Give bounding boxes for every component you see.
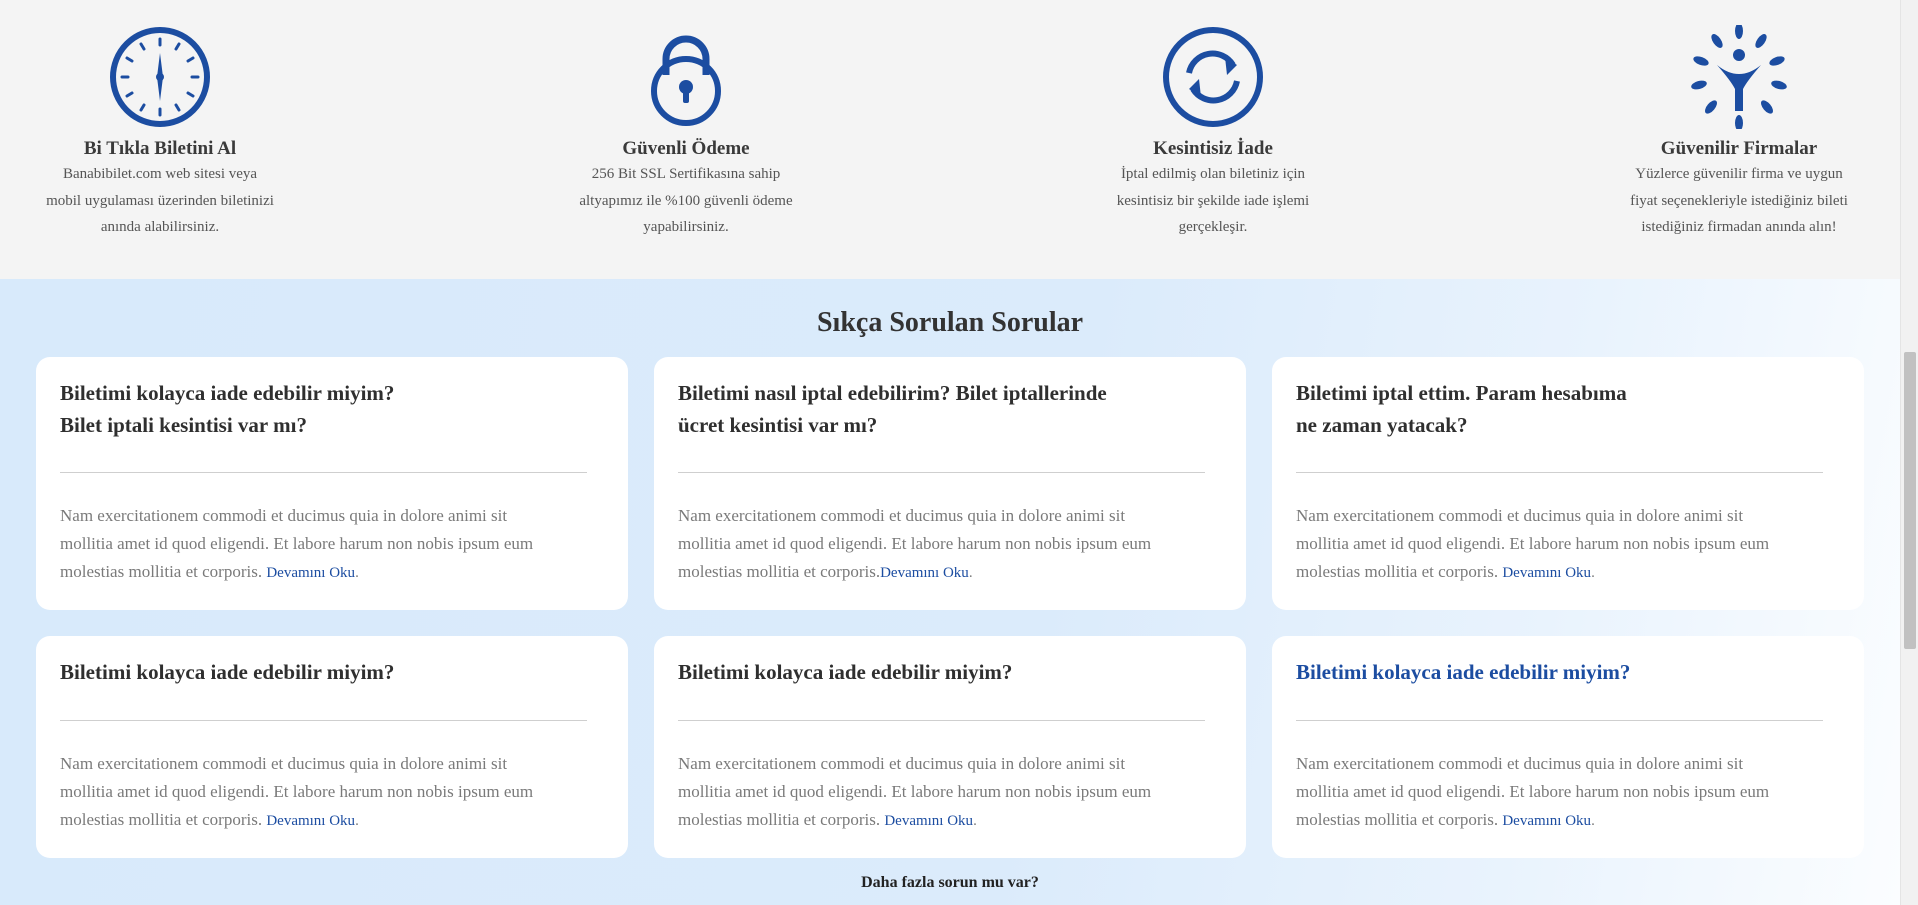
faq-question-line: Biletimi nasıl iptal edebilirim? Bilet i… [678,381,1107,405]
feature-title: Kesintisiz İade [1153,138,1273,159]
answer-line: mollitia amet id quod eligendi. Et labor… [1296,782,1770,801]
read-more-link[interactable]: Devamını Oku [880,565,969,581]
read-more-link[interactable]: Devamını Oku [266,813,355,829]
feature-description: 256 Bit SSL Sertifikasına sahip altyapım… [541,161,831,241]
divider [60,472,587,473]
feature-trusted-companies: Güvenilir Firmalar Yüzlerce güvenilir fi… [1594,0,1884,241]
answer-line: Nam exercitationem commodi et ducimus qu… [1296,754,1744,773]
faq-question-line: Bilet iptali kesintisi var mı? [60,413,307,437]
divider [60,720,587,721]
answer-line: Nam exercitationem commodi et ducimus qu… [678,754,1126,773]
faq-question[interactable]: Biletimi kolayca iade edebilir miyim? [1296,656,1816,688]
faq-question[interactable]: Biletimi nasıl iptal edebilirim? Bilet i… [678,377,1198,441]
lock-icon [651,35,721,126]
divider [1296,472,1823,473]
answer-line: mollitia amet id quod eligendi. Et labor… [678,782,1152,801]
feature-desc-line: kesintisiz bir şekilde iade işlemi [1116,192,1310,209]
read-more-link[interactable]: Devamını Oku [266,565,355,581]
answer-line: Nam exercitationem commodi et ducimus qu… [60,506,508,525]
faq-answer: Nam exercitationem commodi et ducimus qu… [678,750,1198,835]
faq-title: Sıkça Sorulan Sorular [816,307,1084,338]
answer-line: mollitia amet id quod eligendi. Et labor… [678,534,1152,553]
faq-answer: Nam exercitationem commodi et ducimus qu… [1296,750,1816,835]
answer-line: mollitia amet id quod eligendi. Et labor… [60,782,534,801]
faq-card[interactable]: Biletimi kolayca iade edebilir miyim? Na… [654,636,1246,858]
read-more-link[interactable]: Devamını Oku [1502,565,1591,581]
faq-question-line: Biletimi kolayca iade edebilir miyim? [60,381,395,405]
answer-line: molestias mollitia et corporis. [1296,810,1499,829]
divider [678,472,1205,473]
answer-line: mollitia amet id quod eligendi. Et labor… [1296,534,1770,553]
faq-answer: Nam exercitationem commodi et ducimus qu… [678,502,1198,587]
period: . [968,565,973,581]
answer-line: Nam exercitationem commodi et ducimus qu… [678,506,1126,525]
faq-question-line: Biletimi kolayca iade edebilir miyim? [1296,660,1631,684]
faq-card[interactable]: Biletimi iptal ettim. Param hesabıma ne … [1272,357,1864,610]
features-section: Bi Tıkla Biletini Al Banabibilet.com web… [0,0,1900,279]
feature-desc-line: altyapımız ile %100 güvenli ödeme [579,192,793,209]
feature-desc-line: gerçekleşir. [1178,219,1248,235]
period: . [355,813,359,829]
faq-answer: Nam exercitationem commodi et ducimus qu… [60,502,580,587]
faq-question[interactable]: Biletimi iptal ettim. Param hesabıma ne … [1296,377,1816,441]
answer-line: molestias mollitia et corporis. [60,562,263,581]
faq-question[interactable]: Biletimi kolayca iade edebilir miyim? [678,656,1198,688]
faq-question-line: Biletimi kolayca iade edebilir miyim? [678,660,1013,684]
answer-line: molestias mollitia et corporis. [678,562,881,581]
feature-description: Banabibilet.com web sitesi veya mobil uy… [15,161,305,241]
faq-question[interactable]: Biletimi kolayca iade edebilir miyim? [60,656,580,688]
divider [1296,720,1823,721]
clock-icon [110,27,210,127]
faq-question-line: ne zaman yatacak? [1296,413,1468,437]
period: . [355,565,359,581]
faq-section: Sıkça Sorulan Sorular Biletimi kolayca i… [0,279,1900,905]
feature-refund: Kesintisiz İade İptal edilmiş olan bilet… [1068,0,1358,241]
feature-desc-line: Yüzlerce güvenilir firma ve uygun [1635,166,1843,182]
answer-line: molestias mollitia et corporis. [60,810,263,829]
feature-title: Bi Tıkla Biletini Al [83,138,237,159]
answer-line: mollitia amet id quod eligendi. Et labor… [60,534,534,553]
period: . [973,813,977,829]
faq-card[interactable]: Biletimi nasıl iptal edebilirim? Bilet i… [654,357,1246,610]
faq-question[interactable]: Biletimi kolayca iade edebilir miyim? Bi… [60,377,580,441]
feature-desc-line: İptal edilmiş olan biletiniz için [1120,166,1306,182]
feature-desc-line: anında alabilirsiniz. [100,219,220,235]
more-questions-heading: Daha fazla sorun mu var? [861,874,1039,891]
feature-desc-line: yapabilirsiniz. [643,219,729,235]
faq-answer: Nam exercitationem commodi et ducimus qu… [1296,502,1816,587]
faq-card[interactable]: Biletimi kolayca iade edebilir miyim? Na… [36,636,628,858]
feature-desc-line: mobil uygulaması üzerinden biletinizi [46,192,274,209]
faq-card[interactable]: Biletimi kolayca iade edebilir miyim? Bi… [36,357,628,610]
period: . [1591,813,1595,829]
divider [678,720,1205,721]
read-more-link[interactable]: Devamını Oku [1502,813,1591,829]
answer-line: molestias mollitia et corporis. [678,810,881,829]
feature-title: Güvenli Ödeme [622,138,750,159]
feature-desc-line: Banabibilet.com web sitesi veya [62,166,258,182]
feature-buy-ticket: Bi Tıkla Biletini Al Banabibilet.com web… [15,0,305,241]
read-more-link[interactable]: Devamını Oku [884,813,973,829]
answer-line: Nam exercitationem commodi et ducimus qu… [1296,506,1744,525]
period: . [1591,565,1595,581]
feature-title: Güvenilir Firmalar [1660,138,1818,159]
feature-secure-payment: Güvenli Ödeme 256 Bit SSL Sertifikasına … [541,0,831,241]
feature-description: İptal edilmiş olan biletiniz için kesint… [1068,161,1358,241]
feature-description: Yüzlerce güvenilir firma ve uygun fiyat … [1594,161,1884,241]
answer-line: Nam exercitationem commodi et ducimus qu… [60,754,508,773]
faq-answer: Nam exercitationem commodi et ducimus qu… [60,750,580,835]
feature-desc-line: istediğiniz firmadan anında alın! [1641,219,1837,235]
feature-desc-line: 256 Bit SSL Sertifikasına sahip [591,166,781,182]
faq-question-line: ücret kesintisi var mı? [678,413,878,437]
faq-question-line: Biletimi iptal ettim. Param hesabıma [1296,381,1627,405]
feature-desc-line: fiyat seçenekleriyle istediğiniz bileti [1630,192,1848,209]
people-leaves-icon [1691,25,1787,129]
answer-line: molestias mollitia et corporis. [1296,562,1499,581]
vertical-scrollbar[interactable] [1900,0,1918,905]
scrollbar-thumb[interactable] [1904,352,1916,649]
faq-question-line: Biletimi kolayca iade edebilir miyim? [60,660,395,684]
faq-card[interactable]: Biletimi kolayca iade edebilir miyim? Na… [1272,636,1864,858]
refresh-icon [1163,27,1263,127]
